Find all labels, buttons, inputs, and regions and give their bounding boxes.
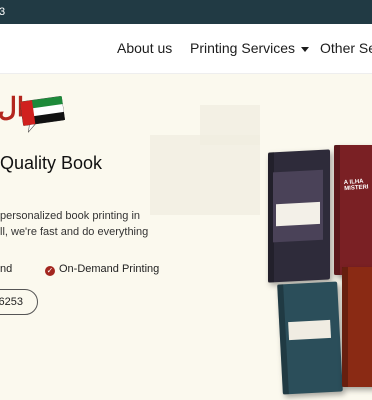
check-icon: ✓ xyxy=(45,266,55,276)
main-nav: About us Printing Services Other Ser xyxy=(0,24,372,74)
book-title-plate xyxy=(288,319,332,341)
book-title-plate xyxy=(276,201,320,227)
nav-about-us-label: About us xyxy=(117,40,173,56)
book-cover: A ILHA MISTERI xyxy=(334,145,372,275)
book-title: A ILHA MISTERI xyxy=(343,178,369,193)
book-spine xyxy=(334,145,340,275)
feature-item: nd xyxy=(0,263,12,275)
hero-description: personalized book printing in ll, we're … xyxy=(0,208,148,240)
book-cover xyxy=(277,281,343,395)
nav-printing-services[interactable]: Printing Services xyxy=(190,40,310,56)
hero-description-line: personalized book printing in xyxy=(0,210,141,222)
book-spine xyxy=(342,267,348,387)
background-building xyxy=(200,105,260,145)
nav-printing-services-label: Printing Services xyxy=(190,40,296,56)
nav-other-services[interactable]: Other Ser xyxy=(320,40,372,56)
phone-button[interactable]: 6253 xyxy=(0,289,38,315)
book-cover xyxy=(342,267,372,387)
hero-description-line: ll, we're fast and do everything xyxy=(0,226,149,238)
top-bar: 3 xyxy=(0,0,372,24)
background-building xyxy=(150,135,260,215)
book-stack-image: A ILHA MISTERI xyxy=(262,145,372,400)
feature-label: nd xyxy=(0,263,13,275)
book-spine xyxy=(277,284,289,395)
hero-headline: Quality Book xyxy=(0,153,103,173)
phone-button-label: 6253 xyxy=(0,296,23,308)
nav-about-us[interactable]: About us xyxy=(117,40,172,56)
top-bar-text: 3 xyxy=(0,6,6,18)
uae-flag-icon xyxy=(20,96,66,133)
hero-section: ال Quality Book personalized book printi… xyxy=(0,75,372,400)
book-cover xyxy=(268,149,330,283)
feature-on-demand: ✓ On-Demand Printing xyxy=(45,263,159,276)
chevron-down-icon xyxy=(301,46,310,52)
feature-label: On-Demand Printing xyxy=(59,263,160,275)
nav-other-services-label: Other Ser xyxy=(320,40,372,56)
